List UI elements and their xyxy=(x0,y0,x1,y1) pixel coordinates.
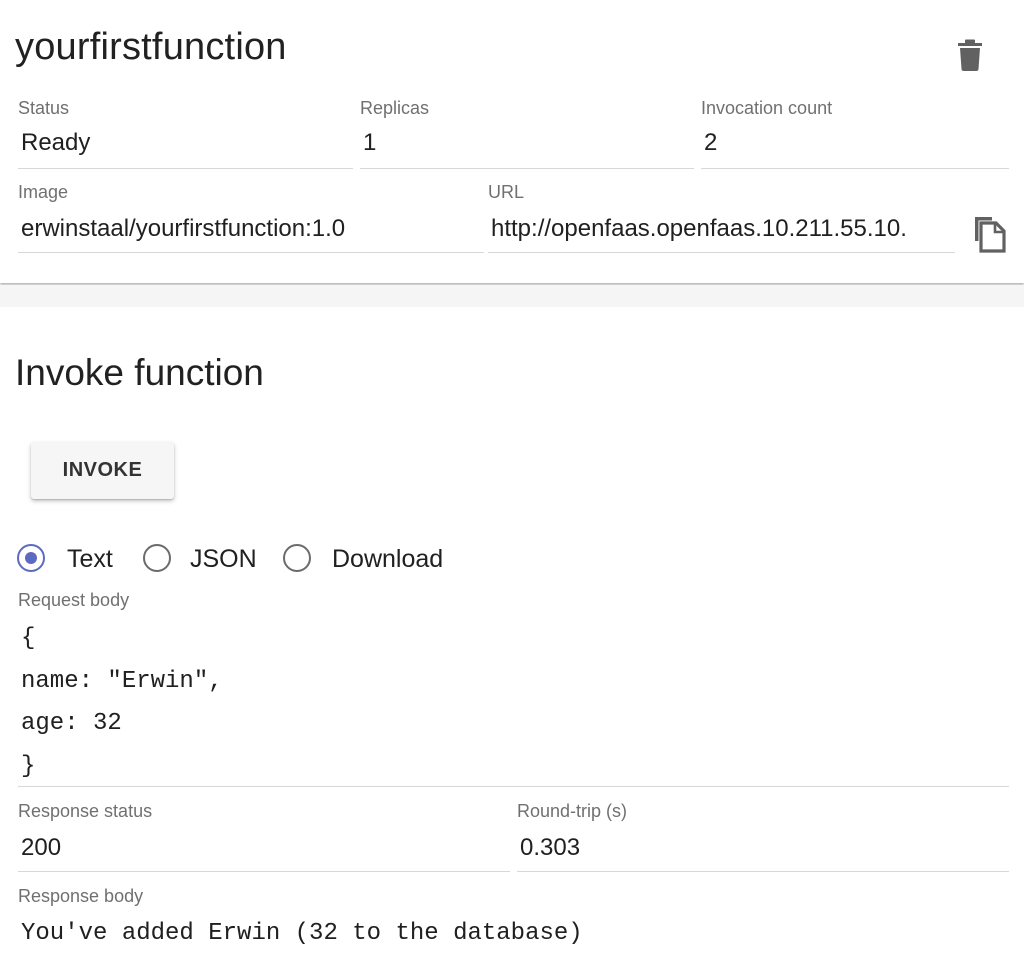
request-body-line: { xyxy=(21,625,36,652)
image-field: Image erwinstaal/yourfirstfunction:1.0 xyxy=(18,182,484,253)
roundtrip-value: 0.303 xyxy=(520,834,581,861)
section-divider xyxy=(0,285,1024,307)
response-status-label: Response status xyxy=(18,801,153,821)
url-label: URL xyxy=(488,182,525,202)
invocation-count-value: 2 xyxy=(704,129,718,156)
image-underline xyxy=(18,252,484,253)
url-value[interactable]: http://openfaas.openfaas.10.211.55.10. xyxy=(491,215,953,243)
copy-icon[interactable] xyxy=(970,214,1008,254)
function-details-card: yourfirstfunction Status Ready Replicas … xyxy=(0,0,1024,283)
invoke-section-title: Invoke function xyxy=(15,352,264,393)
url-field[interactable]: URL http://openfaas.openfaas.10.211.55.1… xyxy=(488,182,955,253)
radio-download-label[interactable]: Download xyxy=(332,545,443,574)
url-underline xyxy=(488,252,955,253)
roundtrip-field: Round-trip (s) 0.303 xyxy=(517,801,1009,872)
trash-icon[interactable] xyxy=(956,38,984,72)
function-name: yourfirstfunction xyxy=(15,26,287,68)
replicas-underline xyxy=(360,168,694,169)
response-status-underline xyxy=(18,871,510,872)
response-body-field: Response body You've added Erwin (32 to … xyxy=(18,886,1009,966)
image-value: erwinstaal/yourfirstfunction:1.0 xyxy=(21,215,346,242)
response-status-field: Response status 200 xyxy=(18,801,510,872)
response-body-value: You've added Erwin (32 to the database) xyxy=(21,920,583,947)
invocation-count-label: Invocation count xyxy=(701,98,833,118)
radio-text-label[interactable]: Text xyxy=(67,545,113,574)
request-body-textarea[interactable]: { name: "Erwin", age: 32} xyxy=(21,618,223,788)
replicas-label: Replicas xyxy=(360,98,430,118)
roundtrip-underline xyxy=(517,871,1009,872)
radio-download-circle[interactable] xyxy=(283,544,311,572)
invoke-button[interactable]: INVOKE xyxy=(31,442,174,499)
radio-json-circle[interactable] xyxy=(143,544,171,572)
replicas-value: 1 xyxy=(363,129,377,156)
response-status-value: 200 xyxy=(21,834,62,861)
status-field: Status Ready xyxy=(18,98,353,169)
response-body-label: Response body xyxy=(18,886,144,906)
radio-text-circle[interactable] xyxy=(17,544,45,572)
status-value: Ready xyxy=(21,129,91,156)
status-label: Status xyxy=(18,98,70,118)
replicas-field: Replicas 1 xyxy=(360,98,694,169)
status-underline xyxy=(18,168,353,169)
radio-json-label[interactable]: JSON xyxy=(190,545,257,574)
invocation-count-underline xyxy=(701,168,1009,169)
request-body-line: } xyxy=(21,752,36,780)
request-body-line: name: "Erwin", xyxy=(21,667,223,695)
request-body-label: Request body xyxy=(18,590,130,610)
request-body-line: age: 32 xyxy=(21,710,122,737)
image-label: Image xyxy=(18,182,69,202)
roundtrip-label: Round-trip (s) xyxy=(517,801,628,821)
invocation-count-field: Invocation count 2 xyxy=(701,98,1009,169)
